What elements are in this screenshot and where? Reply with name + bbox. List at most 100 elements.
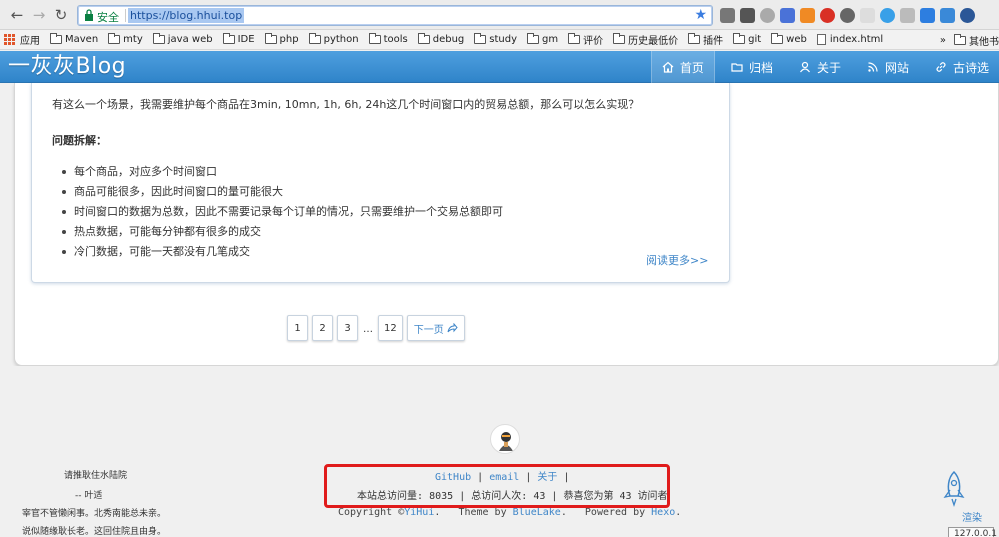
poem-title: 请推耿住水陆院	[64, 471, 128, 481]
bookmark-item[interactable]: java web	[152, 33, 213, 45]
nav-item-folder[interactable]: 归档	[721, 51, 783, 83]
bookmark-item[interactable]: php	[264, 33, 299, 45]
page-icon	[816, 34, 826, 45]
adblock-extension-icon[interactable]	[820, 8, 835, 23]
poem-line: 说似随缘耿长老。这回住院且由身。	[22, 527, 167, 537]
list-item: 热点数据，可能每分钟都有很多的成交	[62, 224, 503, 244]
url-divider	[125, 9, 126, 22]
bookmark-label: 应用	[20, 36, 40, 47]
bookmark-star-icon[interactable]: ★	[694, 7, 707, 23]
bookmark-label: git	[748, 34, 762, 45]
bookmark-label: python	[323, 34, 359, 45]
page-button-12[interactable]: 12	[378, 315, 403, 341]
folder-icon	[731, 63, 743, 72]
sina-extension-icon[interactable]	[800, 8, 815, 23]
bookmark-item[interactable]: gm	[527, 33, 559, 45]
bookmark-item[interactable]: debug	[417, 33, 465, 45]
next-page-button[interactable]: 下一页	[406, 315, 465, 341]
nav-label: 关于	[816, 60, 841, 75]
bookmark-item[interactable]: study	[474, 33, 517, 45]
bookmark-label: java web	[167, 34, 213, 45]
bookmark-label: gm	[542, 34, 559, 45]
vue-extension-icon[interactable]	[880, 8, 895, 23]
page-button-1[interactable]: 1	[287, 315, 308, 341]
nav-label: 归档	[748, 60, 773, 75]
bookmarks-overflow-icon[interactable]: »	[940, 35, 946, 46]
book-extension-icon[interactable]	[900, 8, 915, 23]
qr-code-extension-icon[interactable]	[740, 8, 755, 23]
theme-link[interactable]: BlueLake	[513, 507, 561, 518]
address-bar[interactable]: 安全 https://blog.hhui.top ★	[77, 5, 713, 26]
nav-item-link[interactable]: 古诗选	[925, 51, 999, 83]
bookmark-item[interactable]: git	[733, 33, 762, 45]
list-item: 每个商品，对应多个时间窗口	[62, 164, 503, 184]
rocket-icon[interactable]	[940, 470, 968, 508]
bookmark-item[interactable]: 评价	[568, 32, 603, 47]
nav-item-user[interactable]: 关于	[789, 51, 851, 83]
bookmark-item[interactable]: IDE	[222, 33, 255, 45]
folder-icon	[222, 33, 235, 44]
page-button-3[interactable]: 3	[337, 315, 358, 341]
bookmark-item[interactable]: web	[771, 33, 807, 45]
ip-extension-icon[interactable]	[960, 8, 975, 23]
bookmark-item[interactable]: mty	[108, 33, 143, 45]
bookmark-label: index.html	[829, 34, 884, 45]
bookmark-item[interactable]: index.html	[816, 34, 884, 45]
bookmark-item[interactable]: tools	[368, 33, 408, 45]
bookmark-label: Maven	[65, 34, 99, 45]
security-label: 安全	[97, 11, 119, 24]
chrome-extension-icon[interactable]	[760, 8, 775, 23]
bookmark-item[interactable]: Maven	[50, 33, 99, 45]
folder-icon	[417, 33, 430, 44]
s-extension-icon[interactable]	[940, 8, 955, 23]
download-extension-icon[interactable]	[920, 8, 935, 23]
render-label[interactable]: 渲染	[962, 509, 982, 524]
nav-label: 网站	[884, 60, 909, 75]
ip-badge: 127.0.0.1	[948, 527, 997, 537]
nav-item-rss[interactable]: 网站	[857, 51, 919, 83]
copyright-prefix: Copyright ©	[338, 507, 405, 518]
bookmark-item[interactable]: 应用	[4, 32, 40, 47]
user-icon	[799, 61, 810, 73]
site-logo[interactable]: 一灰灰Blog	[8, 53, 126, 81]
bookmark-label: debug	[432, 34, 465, 45]
bookmark-label: 历史最低价	[628, 36, 679, 47]
site-nav: 首页 归档 关于 网站 古诗选	[645, 51, 999, 83]
author-avatar[interactable]	[490, 424, 520, 454]
folder-icon	[264, 33, 277, 44]
article-subheading: 问题拆解：	[52, 134, 107, 147]
settings-extension-icon[interactable]	[840, 8, 855, 23]
jh-extension-icon[interactable]	[780, 8, 795, 23]
pagination: 1 2 3 … 12 下一页	[287, 314, 469, 341]
other-bookmarks[interactable]: » 其他书	[935, 30, 999, 49]
page-button-2[interactable]: 2	[312, 315, 333, 341]
list-item: 商品可能很多，因此时间窗口的量可能很大	[62, 184, 503, 204]
mountain-extension-icon[interactable]	[860, 8, 875, 23]
bookmark-item[interactable]: python	[308, 33, 359, 45]
read-more-link[interactable]: 阅读更多>>	[646, 252, 708, 268]
extensions-bar	[720, 8, 975, 24]
list-item: 冷门数据，可能一天都没有几笔成交	[62, 244, 503, 264]
site-header: 一灰灰Blog 首页 归档 关于 网站 古诗选	[0, 51, 999, 83]
forward-arrow-icon[interactable]: →	[30, 6, 48, 24]
bookmark-label: tools	[383, 34, 408, 45]
bookmark-label: 插件	[703, 36, 724, 47]
url-text[interactable]: https://blog.hhui.top	[128, 8, 245, 23]
pagination-ellipsis: …	[363, 324, 373, 335]
link-icon	[936, 62, 946, 72]
hexo-link[interactable]: Hexo	[651, 507, 675, 518]
bookmark-item[interactable]: 插件	[688, 32, 723, 47]
folder-icon	[688, 33, 701, 44]
bookmark-label: mty	[123, 34, 143, 45]
nav-item-home[interactable]: 首页	[650, 51, 715, 83]
author-link[interactable]: YiHui	[404, 507, 434, 518]
article-intro: 有这么一个场景，我需要维护每个商品在3min, 10mn, 1h, 6h, 24…	[52, 98, 640, 111]
nav-label: 首页	[679, 60, 704, 75]
reload-icon[interactable]: ↻	[52, 6, 70, 24]
theme-label: Theme by	[458, 507, 507, 518]
translate-extension-icon[interactable]	[720, 8, 735, 23]
back-arrow-icon[interactable]: ←	[8, 6, 26, 24]
poem-line: 宰官不管懒闲事。北秀南能总未亲。	[22, 509, 167, 519]
bookmark-item[interactable]: 历史最低价	[613, 32, 678, 47]
folder-icon	[568, 33, 581, 44]
